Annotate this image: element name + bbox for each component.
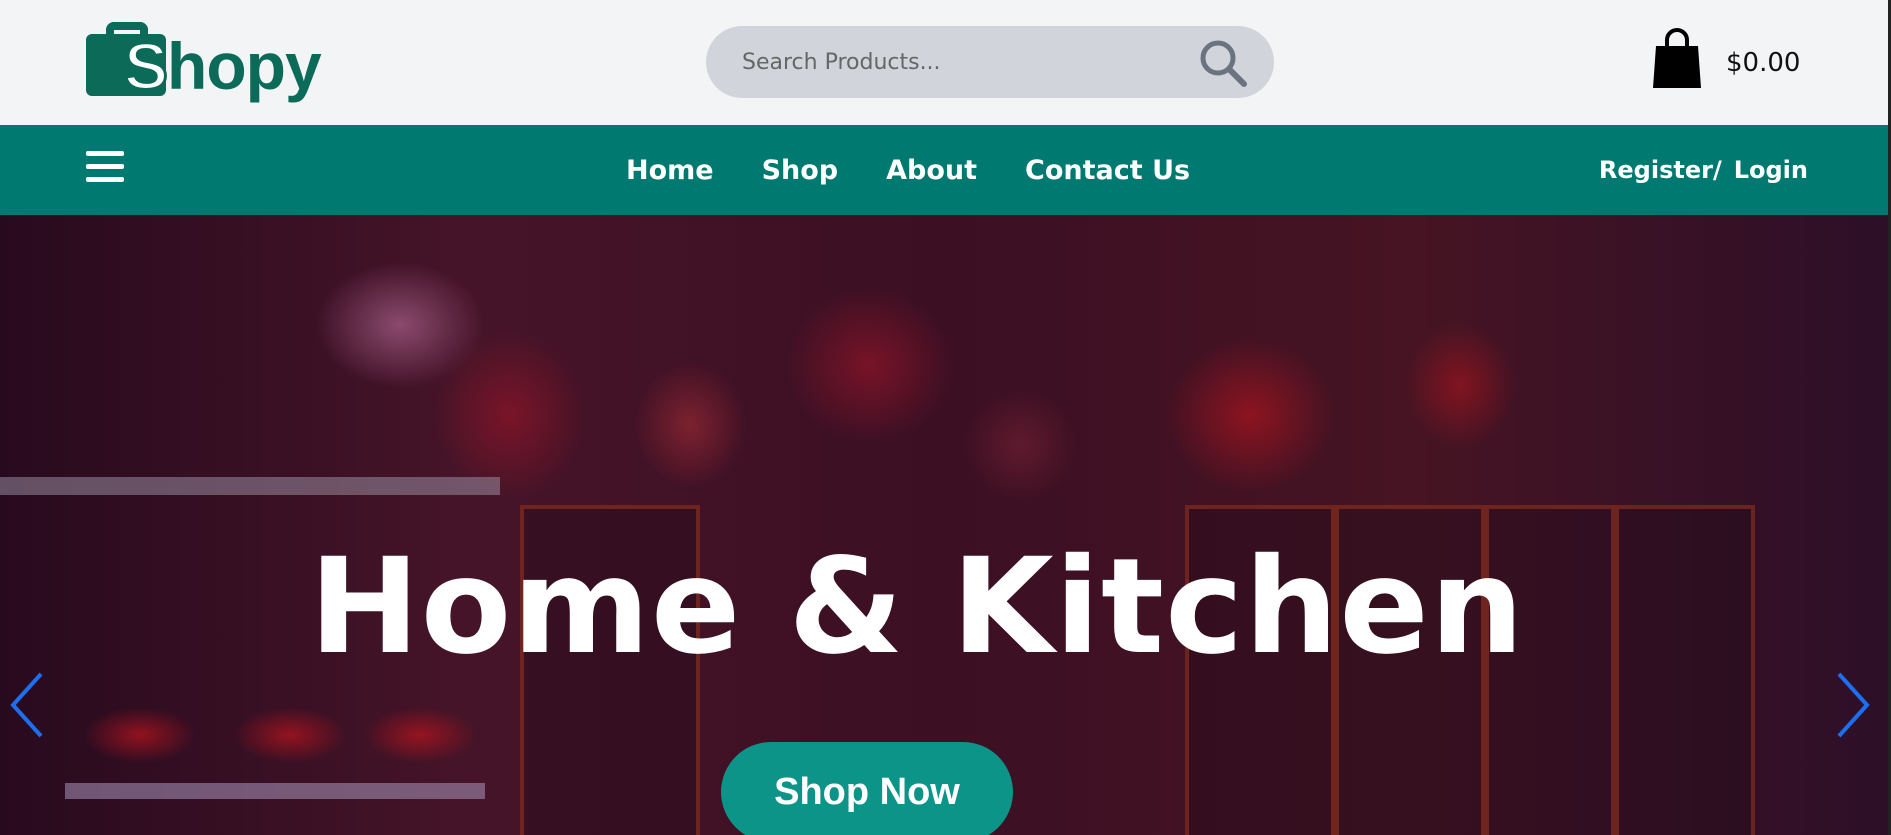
kitchen-shelf — [65, 783, 485, 799]
chevron-left-icon[interactable] — [8, 670, 48, 740]
nav-link-home[interactable]: Home — [626, 155, 714, 186]
hero-banner: Home & Kitchen Shop Now — [0, 215, 1888, 835]
cart-total[interactable]: $0.00 — [1726, 48, 1800, 78]
shopping-bag-icon[interactable] — [1652, 28, 1702, 90]
nav-link-shop[interactable]: Shop — [762, 155, 839, 186]
search-bar — [706, 26, 1274, 98]
search-icon[interactable] — [1196, 36, 1250, 90]
register-link[interactable]: Register/ — [1599, 156, 1722, 184]
auth-links: Register/ Login — [1597, 125, 1808, 215]
logo-text: Shopy — [122, 28, 321, 105]
hero-title: Home & Kitchen — [309, 530, 1525, 684]
shop-now-button[interactable]: Shop Now — [721, 742, 1013, 835]
nav-link-contact-us[interactable]: Contact Us — [1025, 155, 1190, 186]
chevron-right-icon[interactable] — [1832, 670, 1872, 740]
kitchen-shelf — [0, 477, 500, 495]
nav-link-about[interactable]: About — [886, 155, 977, 186]
search-input[interactable] — [742, 26, 1172, 98]
login-link[interactable]: Login — [1734, 156, 1808, 184]
main-navbar: Home Shop About Contact Us Register/ Log… — [0, 125, 1888, 215]
nav-links: Home Shop About Contact Us — [626, 125, 1238, 215]
hamburger-icon[interactable] — [86, 151, 124, 189]
shopy-logo[interactable]: Shopy — [86, 20, 326, 105]
site-header: Shopy $0.00 — [0, 0, 1891, 125]
